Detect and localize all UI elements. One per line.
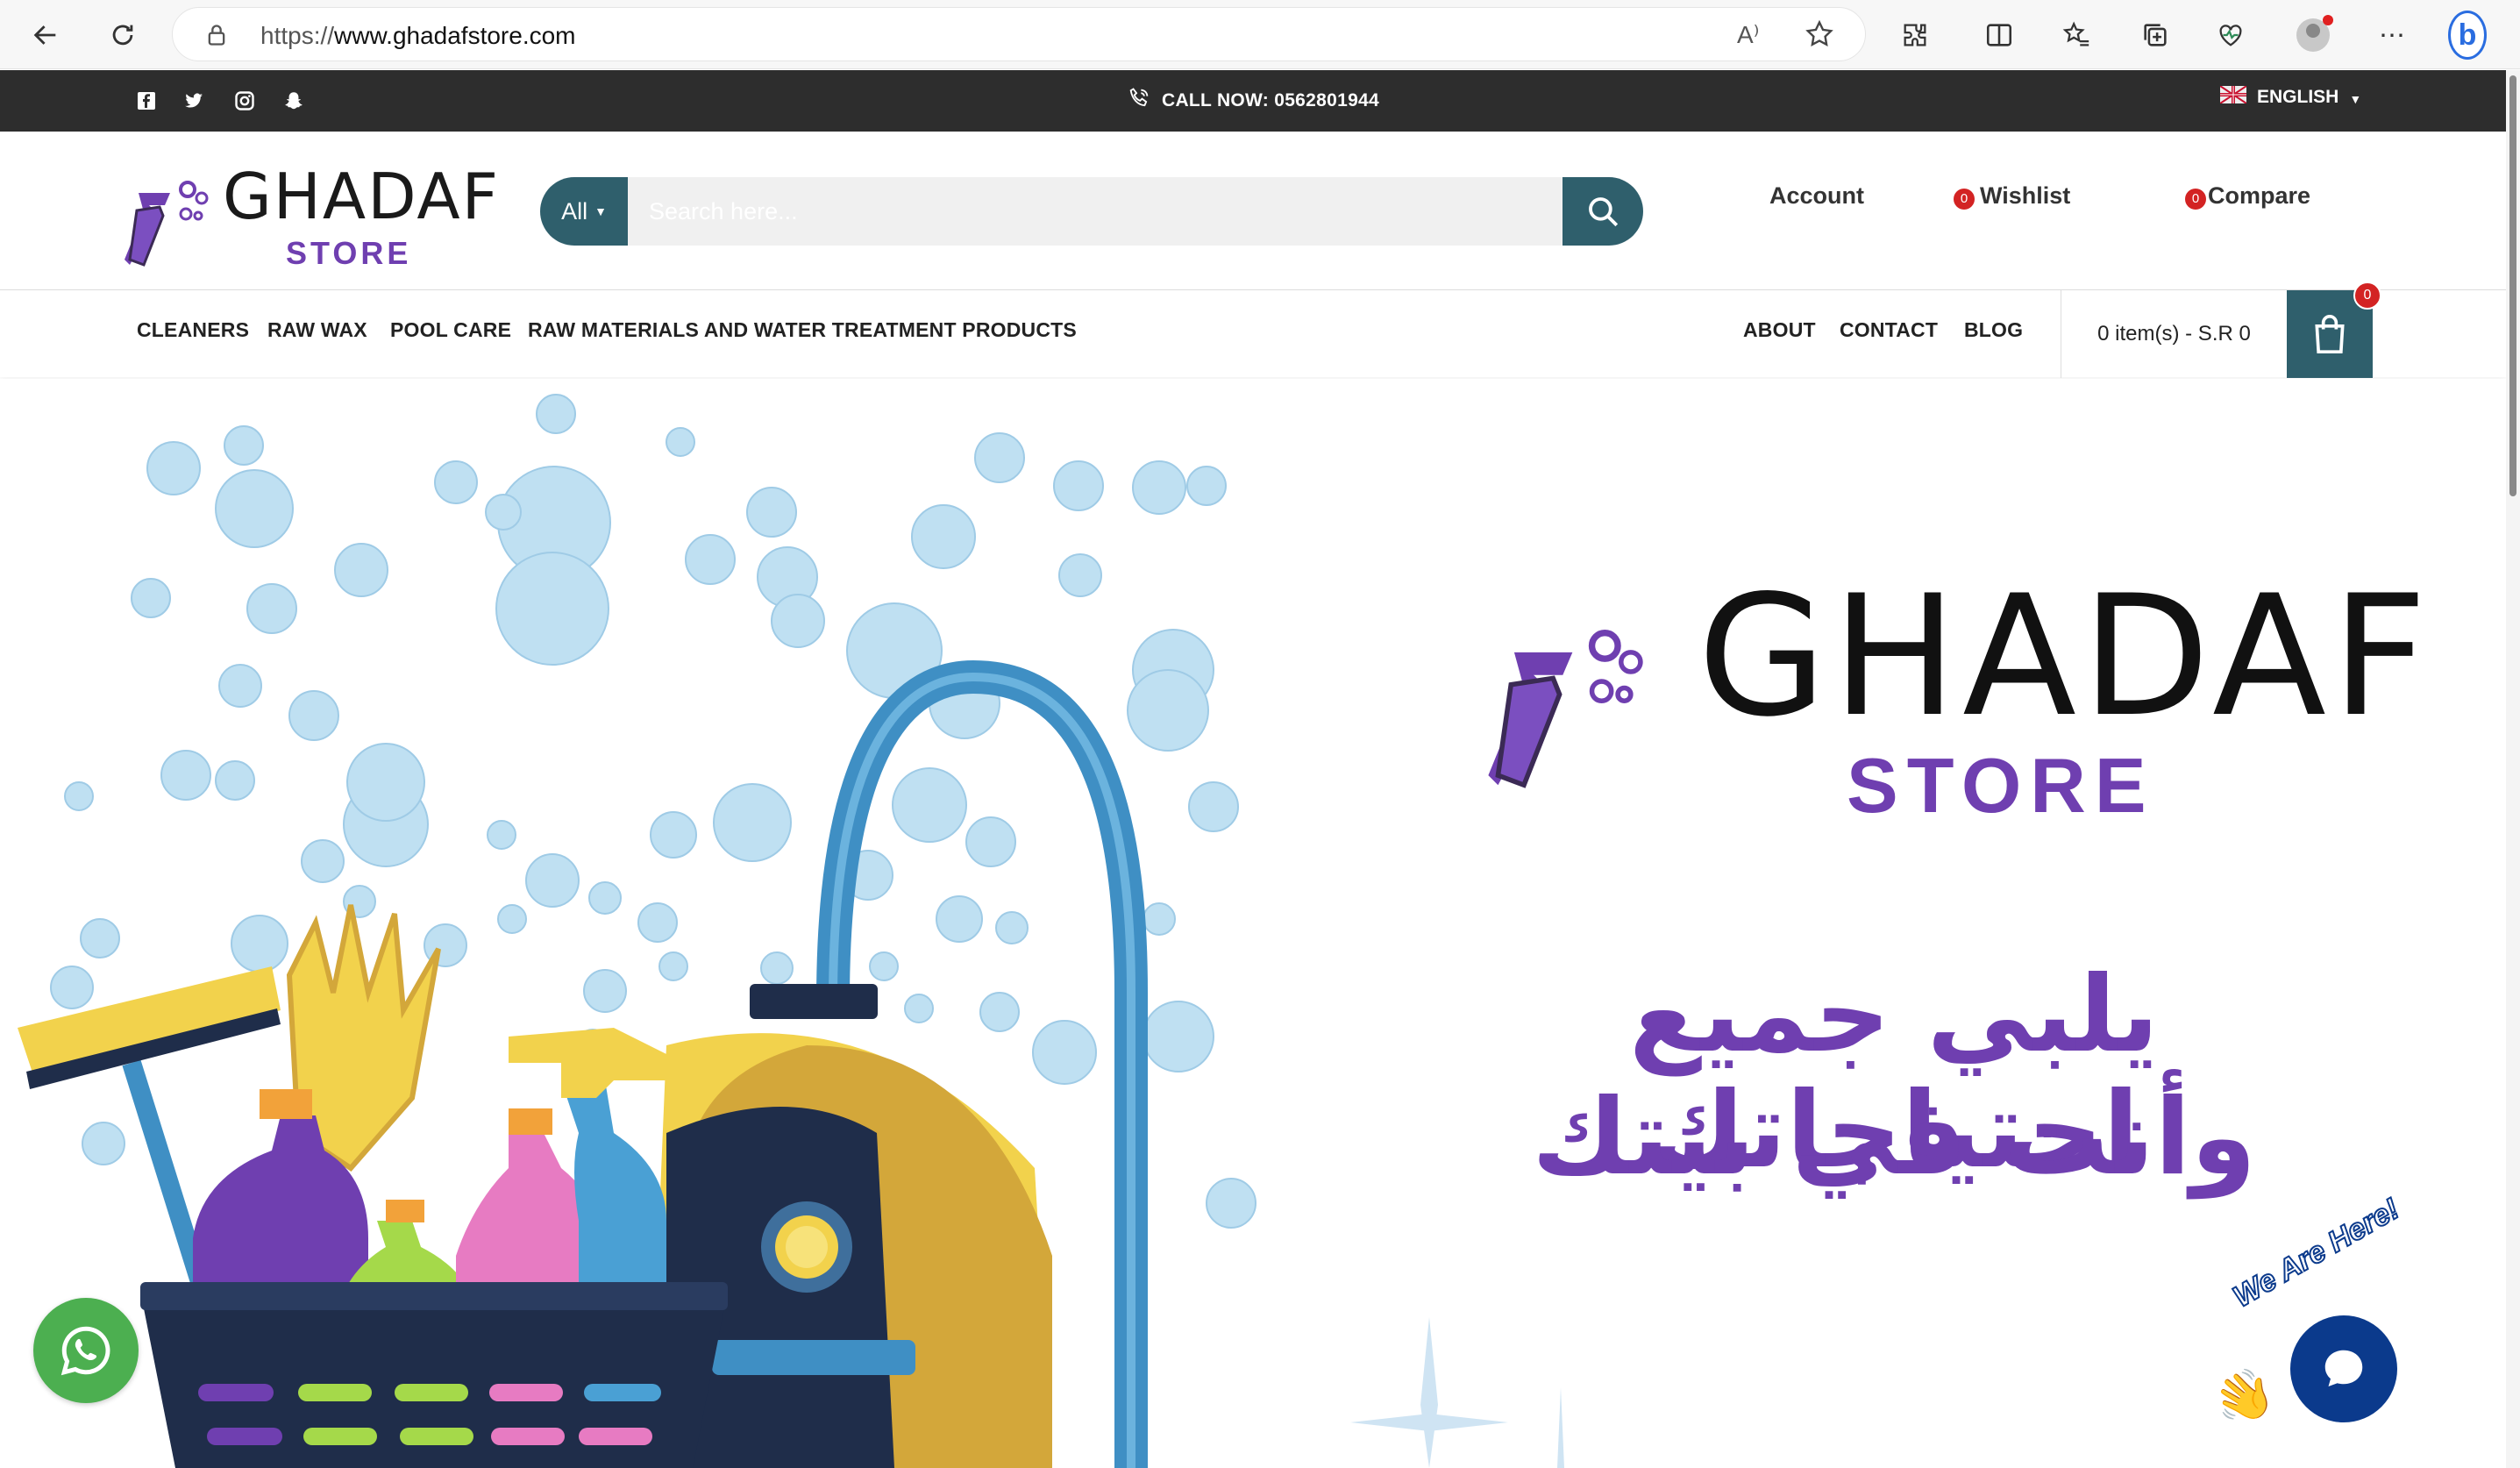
nav-contact[interactable]: CONTACT <box>1840 318 1938 342</box>
spray-bottle-logo-icon <box>125 181 209 267</box>
wishlist-count-badge: 0 <box>1954 188 1975 210</box>
shopping-bag-icon <box>2315 315 2345 353</box>
chat-widget-button[interactable] <box>2290 1315 2397 1422</box>
language-label: ENGLISH <box>2257 87 2339 107</box>
cart-summary[interactable]: 0 item(s) - S.R 0 <box>2061 290 2287 378</box>
hero-spray-bottle-icon <box>1488 630 1643 788</box>
url-text: https://www.ghadafstore.com <box>260 22 576 50</box>
hero-arabic-line2: وأنت في بيتك <box>1531 1077 2257 1199</box>
page-scrollbar[interactable] <box>2506 70 2520 1468</box>
site-header: GHADAF STORE All▼ Account 0Wishlist 0Com… <box>0 132 2506 289</box>
address-bar[interactable]: https://www.ghadafstore.com A⁾ <box>172 7 1866 61</box>
back-icon[interactable] <box>26 16 65 54</box>
search-form: All ▼ <box>540 177 1643 246</box>
more-menu-icon[interactable]: ⋯ <box>2373 16 2411 54</box>
hero-banner[interactable]: GHADAF STORE يلبي جميع احتياجاتك وأنت في… <box>0 379 2506 1468</box>
split-screen-icon[interactable] <box>1980 16 2018 54</box>
nav-raw-wax[interactable]: RAW WAX <box>267 318 367 342</box>
cart-count-badge: 0 <box>2353 281 2381 310</box>
scrollbar-thumb[interactable] <box>2509 75 2516 496</box>
facebook-icon[interactable] <box>135 89 158 112</box>
hero-logo-name: GHADAF <box>1698 559 2433 753</box>
account-link[interactable]: Account <box>1769 182 1864 210</box>
caret-down-icon: ▼ <box>594 204 607 218</box>
twitter-icon[interactable] <box>182 89 205 112</box>
browser-toolbar: https://www.ghadafstore.com A⁾ ⋯ b <box>0 0 2520 69</box>
logo-subtitle: STORE <box>286 235 412 271</box>
wishlist-link[interactable]: 0 Wishlist <box>1954 182 2070 210</box>
favorite-star-icon[interactable] <box>1804 18 1835 54</box>
search-icon <box>1589 197 1619 227</box>
language-selector[interactable]: ENGLISH ▼ <box>2219 85 2362 109</box>
chat-bubble-icon <box>2324 1350 2363 1386</box>
nav-about[interactable]: ABOUT <box>1743 318 1816 342</box>
wishlist-label: Wishlist <box>1980 182 2071 209</box>
compare-label: Compare <box>2208 182 2311 209</box>
compare-count-badge: 0 <box>2185 188 2206 210</box>
url-domain: www.ghadafstore.com <box>334 22 576 49</box>
favorites-icon[interactable] <box>2057 16 2096 54</box>
caret-down-icon: ▼ <box>2349 92 2362 106</box>
refresh-icon[interactable] <box>103 16 142 54</box>
account-label: Account <box>1769 182 1864 209</box>
bing-icon[interactable]: b <box>2448 11 2487 60</box>
call-now-text: CALL NOW: 0562801944 <box>1162 90 1380 110</box>
nav-blog[interactable]: BLOG <box>1964 318 2023 342</box>
snapchat-icon[interactable] <box>282 89 305 112</box>
whatsapp-icon <box>61 1326 110 1376</box>
phone-icon <box>1127 86 1151 116</box>
nav-cleaners[interactable]: CLEANERS <box>137 318 249 342</box>
extensions-icon[interactable] <box>1896 16 1934 54</box>
main-nav: CLEANERS RAW WAX POOL CARE RAW MATERIALS… <box>0 281 2506 378</box>
nav-raw-materials[interactable]: RAW MATERIALS AND WATER TREATMENT PRODUC… <box>528 318 1077 342</box>
hero-logo-subtitle: STORE <box>1847 742 2155 829</box>
logo-name: GHADAF <box>223 160 501 233</box>
cleaning-supplies-illustration <box>18 394 1256 1468</box>
read-aloud-icon[interactable]: A⁾ <box>1737 20 1760 49</box>
search-button[interactable] <box>1563 177 1643 246</box>
url-prefix: https:// <box>260 22 335 49</box>
instagram-icon[interactable] <box>233 89 256 112</box>
sparkle-decoration <box>1350 1317 1564 1468</box>
category-label: All <box>561 197 588 224</box>
nav-pool-care[interactable]: POOL CARE <box>390 318 511 342</box>
profile-avatar[interactable] <box>2294 15 2333 54</box>
site-logo[interactable]: GHADAF STORE <box>123 158 498 272</box>
health-icon[interactable] <box>2211 16 2250 54</box>
compare-link[interactable]: 0 Compare <box>2185 182 2310 210</box>
call-now[interactable]: CALL NOW: 0562801944 <box>1127 86 1379 116</box>
category-select[interactable]: All ▼ <box>540 177 628 246</box>
lock-icon[interactable] <box>204 22 229 53</box>
top-bar: CALL NOW: 0562801944 ENGLISH ▼ <box>0 70 2506 132</box>
search-input[interactable] <box>628 177 1563 246</box>
whatsapp-button[interactable] <box>33 1298 139 1403</box>
uk-flag-icon <box>2219 85 2247 109</box>
collections-icon[interactable] <box>2136 16 2175 54</box>
cart-summary-text: 0 item(s) - S.R 0 <box>2097 322 2251 346</box>
